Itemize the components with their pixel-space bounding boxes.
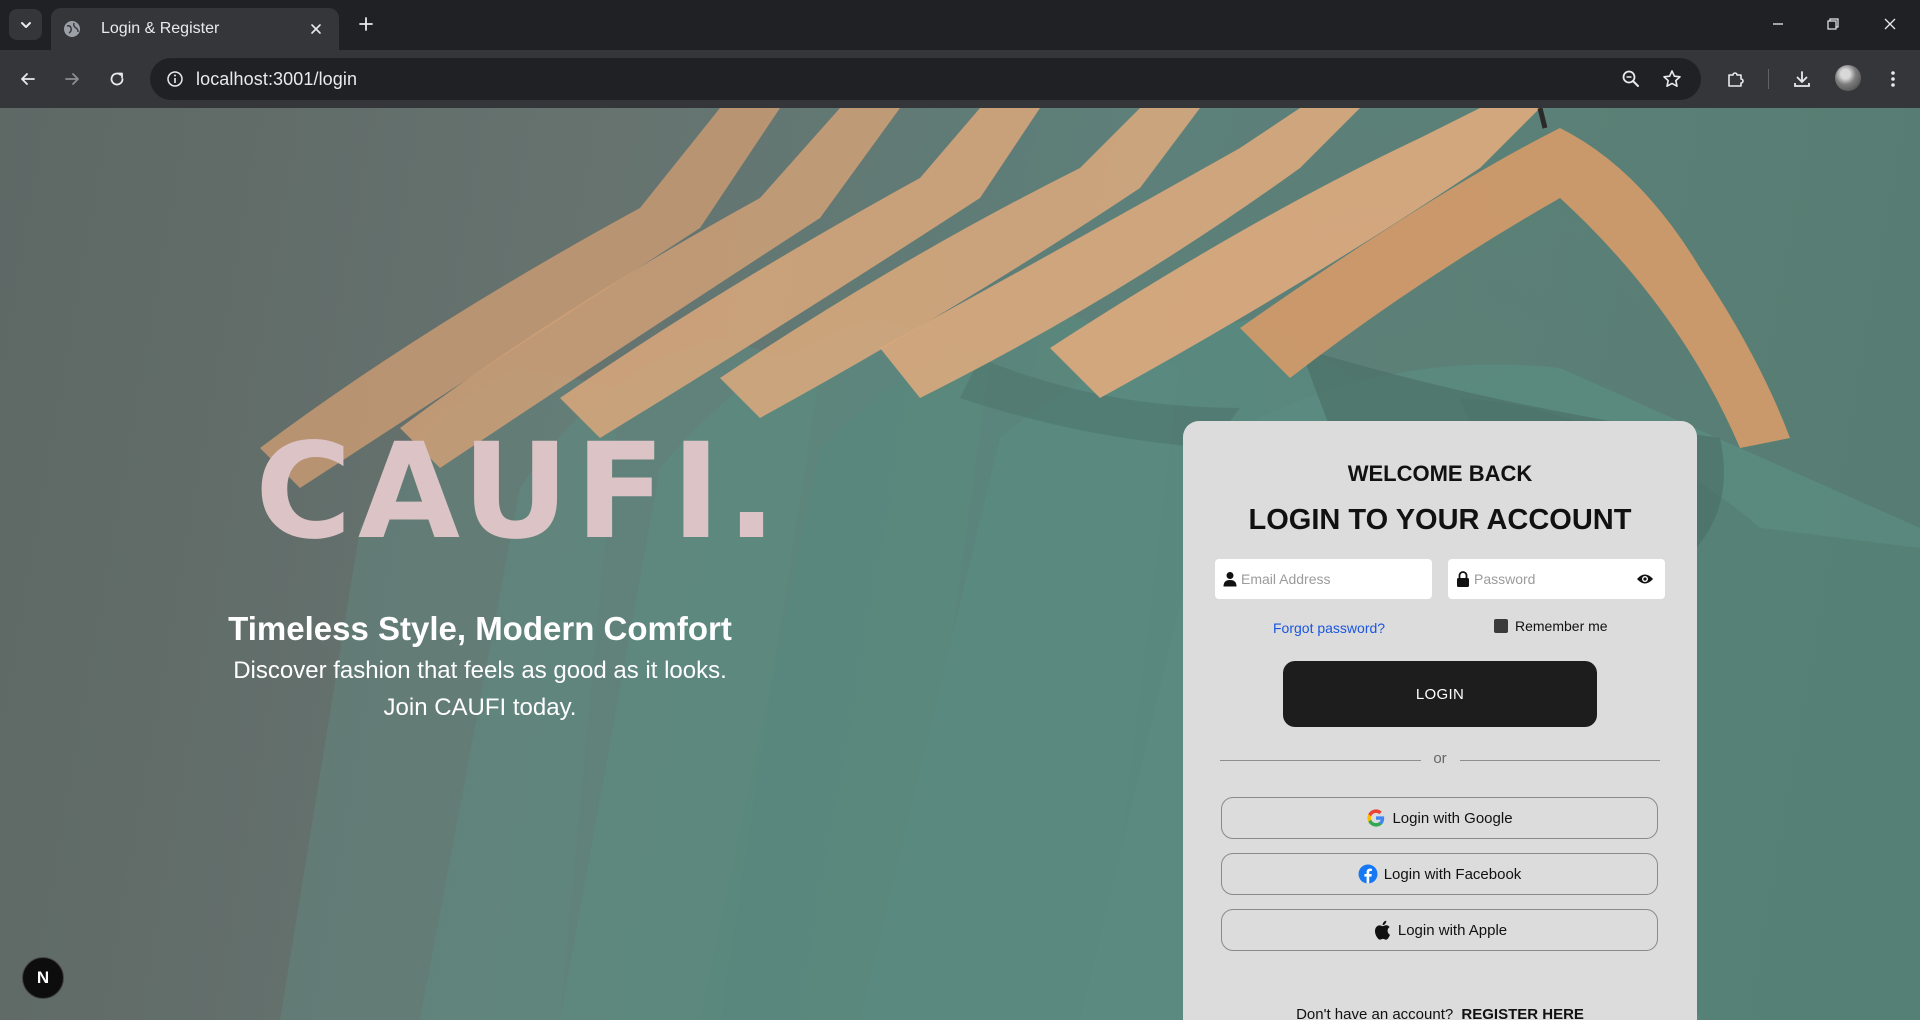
browser-toolbar: localhost:3001/login bbox=[0, 50, 1920, 108]
register-prompt: Don't have an account? REGISTER HERE bbox=[1183, 1006, 1697, 1020]
hero-tagline: Timeless Style, Modern Comfort bbox=[228, 610, 732, 647]
profile-avatar[interactable] bbox=[1835, 65, 1861, 91]
new-tab-button[interactable] bbox=[351, 9, 381, 39]
restore-button[interactable] bbox=[1813, 8, 1853, 40]
chevron-down-icon bbox=[20, 21, 31, 28]
globe-icon bbox=[63, 20, 81, 38]
star-icon bbox=[1663, 70, 1681, 87]
no-account-text: Don't have an account? bbox=[1296, 1006, 1454, 1020]
checkbox-box[interactable] bbox=[1494, 619, 1508, 633]
facebook-login-button[interactable]: Login with Facebook bbox=[1221, 853, 1658, 895]
divider-right bbox=[1460, 760, 1660, 761]
or-separator: or bbox=[1433, 750, 1447, 767]
arrow-right-icon bbox=[65, 73, 79, 85]
forward-button[interactable] bbox=[55, 62, 89, 96]
tab-close-button[interactable] bbox=[303, 16, 329, 42]
close-window-button[interactable] bbox=[1870, 8, 1910, 40]
welcome-heading: WELCOME BACK bbox=[1347, 461, 1533, 486]
back-button[interactable] bbox=[11, 62, 45, 96]
remember-me-label: Remember me bbox=[1515, 618, 1608, 634]
google-icon bbox=[1366, 808, 1386, 828]
close-icon bbox=[311, 24, 321, 34]
login-button[interactable]: LOGIN bbox=[1283, 661, 1597, 727]
bookmark-button[interactable] bbox=[1657, 64, 1687, 94]
plus-icon bbox=[359, 17, 373, 31]
tab-title: Login & Register bbox=[101, 20, 220, 37]
toolbar-separator bbox=[1768, 69, 1769, 89]
browser-menu-button[interactable] bbox=[1876, 62, 1910, 96]
apple-icon bbox=[1372, 920, 1392, 940]
minimize-icon bbox=[1773, 23, 1783, 25]
site-info-button[interactable] bbox=[160, 64, 190, 94]
password-input[interactable] bbox=[1474, 559, 1634, 599]
apple-login-label: Login with Apple bbox=[1397, 921, 1508, 939]
remember-me-checkbox[interactable]: Remember me bbox=[1494, 618, 1608, 634]
active-tab[interactable]: Login & Register bbox=[51, 8, 339, 50]
email-field[interactable] bbox=[1215, 559, 1432, 599]
close-icon bbox=[1884, 18, 1896, 30]
extensions-button[interactable] bbox=[1719, 62, 1753, 96]
arrow-left-icon bbox=[21, 73, 35, 85]
hero-subline-2: Join CAUFI today. bbox=[383, 694, 577, 721]
restore-icon bbox=[1827, 18, 1839, 30]
lock-icon bbox=[1457, 571, 1469, 587]
hero-subline-1: Discover fashion that feels as good as i… bbox=[233, 657, 727, 684]
browser-tab-bar: Login & Register bbox=[0, 0, 1920, 50]
apple-login-button[interactable]: Login with Apple bbox=[1221, 909, 1658, 951]
tab-search-button[interactable] bbox=[9, 9, 42, 40]
google-login-label: Login with Google bbox=[1392, 809, 1513, 827]
facebook-icon bbox=[1358, 864, 1378, 884]
forgot-password-link[interactable]: Forgot password? bbox=[1273, 620, 1385, 636]
password-field[interactable] bbox=[1448, 559, 1665, 599]
zoom-button[interactable] bbox=[1616, 64, 1646, 94]
google-login-button[interactable]: Login with Google bbox=[1221, 797, 1658, 839]
login-card: WELCOME BACK LOGIN TO YOUR ACCOUNT Forgo… bbox=[1183, 421, 1697, 1020]
register-link[interactable]: REGISTER HERE bbox=[1461, 1006, 1584, 1020]
brand-logo: CAUFI. bbox=[255, 415, 783, 569]
url-text[interactable]: localhost:3001/login bbox=[196, 69, 357, 90]
show-password-button[interactable] bbox=[1635, 570, 1655, 588]
info-icon bbox=[167, 71, 183, 87]
facebook-login-label: Login with Facebook bbox=[1383, 865, 1522, 883]
address-bar[interactable]: localhost:3001/login bbox=[150, 58, 1701, 100]
more-vertical-icon bbox=[1891, 71, 1895, 87]
nextjs-dev-badge[interactable]: N bbox=[22, 957, 64, 999]
login-heading: LOGIN TO YOUR ACCOUNT bbox=[1248, 504, 1632, 536]
user-icon bbox=[1223, 572, 1237, 587]
minimize-button[interactable] bbox=[1758, 8, 1798, 40]
downloads-button[interactable] bbox=[1785, 62, 1819, 96]
login-page: CAUFI. Timeless Style, Modern Comfort Di… bbox=[0, 108, 1920, 1020]
download-icon bbox=[1794, 71, 1810, 87]
email-input[interactable] bbox=[1241, 559, 1401, 599]
reload-button[interactable] bbox=[100, 62, 134, 96]
reload-icon bbox=[110, 72, 124, 86]
eye-icon bbox=[1637, 574, 1653, 584]
zoom-icon bbox=[1622, 70, 1639, 87]
puzzle-icon bbox=[1728, 72, 1744, 87]
